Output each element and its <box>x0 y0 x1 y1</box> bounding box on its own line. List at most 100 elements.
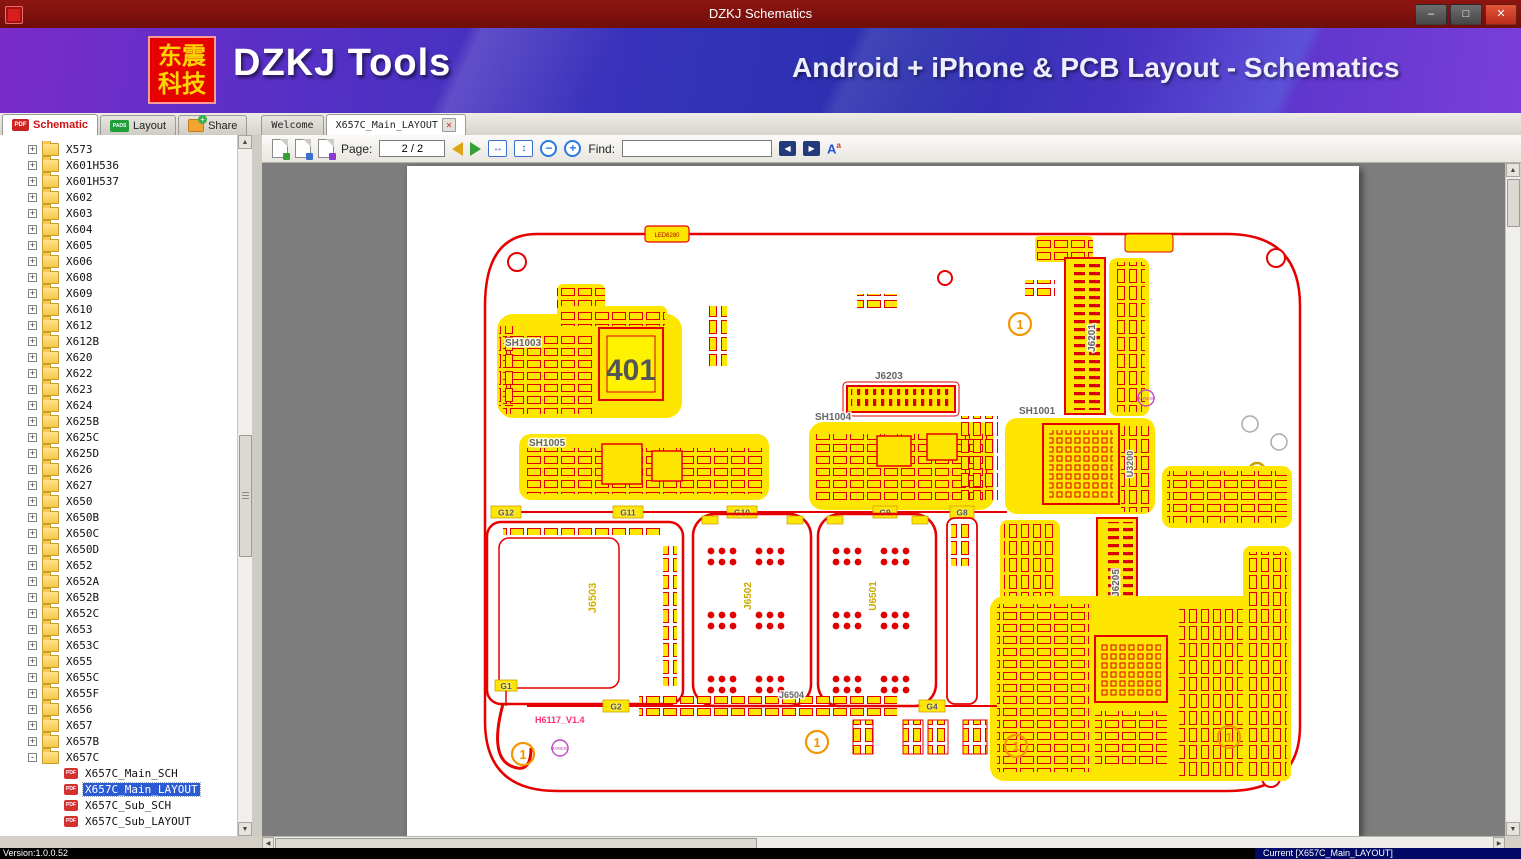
expand-toggle-icon[interactable]: + <box>28 480 37 490</box>
expand-toggle-icon[interactable]: + <box>28 576 37 586</box>
tree-item-folder[interactable]: + X610 <box>0 299 238 317</box>
doc-tab-welcome[interactable]: Welcome <box>261 115 324 135</box>
expand-toggle-icon[interactable]: + <box>28 320 37 330</box>
export-page-icon[interactable] <box>318 139 336 160</box>
scroll-up-icon[interactable]: ▲ <box>1506 163 1520 177</box>
tree-item-folder[interactable]: + X655 <box>0 651 238 669</box>
expand-toggle-icon[interactable]: + <box>28 384 37 394</box>
tree-item-folder[interactable]: + X601H536 <box>0 155 238 173</box>
tree-item-folder[interactable]: + X601H537 <box>0 171 238 189</box>
scroll-down-icon[interactable]: ▼ <box>238 822 252 836</box>
tree-item-folder[interactable]: + X655F <box>0 683 238 701</box>
tree-item-folder[interactable]: - X657C <box>0 747 238 765</box>
expand-toggle-icon[interactable]: - <box>28 752 37 762</box>
expand-toggle-icon[interactable]: + <box>28 448 37 458</box>
tab-share[interactable]: Share <box>178 115 248 135</box>
prev-page-icon[interactable] <box>452 141 464 156</box>
expand-toggle-icon[interactable]: + <box>28 704 37 714</box>
expand-toggle-icon[interactable]: + <box>28 272 37 282</box>
expand-toggle-icon[interactable]: + <box>28 688 37 698</box>
doc-tab-layout[interactable]: X657C_Main_LAYOUT ✕ <box>325 114 466 135</box>
expand-toggle-icon[interactable]: + <box>28 288 37 298</box>
expand-toggle-icon[interactable]: + <box>28 192 37 202</box>
expand-toggle-icon[interactable]: + <box>28 528 37 538</box>
open-page-icon[interactable] <box>272 139 290 160</box>
tree-item-folder[interactable]: + X652 <box>0 555 238 573</box>
expand-toggle-icon[interactable]: + <box>28 144 37 154</box>
tree-item-folder[interactable]: + X622 <box>0 363 238 381</box>
expand-toggle-icon[interactable]: + <box>28 256 37 266</box>
tree-item-folder[interactable]: + X625C <box>0 427 238 445</box>
tree-item-folder[interactable]: + X652B <box>0 587 238 605</box>
tree-item-folder[interactable]: + X623 <box>0 379 238 397</box>
expand-toggle-icon[interactable]: + <box>28 240 37 250</box>
close-tab-icon[interactable]: ✕ <box>441 118 456 132</box>
tree-item-folder[interactable]: + X603 <box>0 203 238 221</box>
tree-item-folder[interactable]: + X657B <box>0 731 238 749</box>
copy-page-icon[interactable] <box>295 139 313 160</box>
expand-toggle-icon[interactable]: + <box>28 352 37 362</box>
expand-toggle-icon[interactable]: + <box>28 304 37 314</box>
tree-item-folder[interactable]: + X650C <box>0 523 238 541</box>
zoom-out-icon[interactable]: − <box>540 140 558 157</box>
tree-item-folder[interactable]: + X657 <box>0 715 238 733</box>
minimize-button[interactable]: – <box>1415 4 1447 25</box>
scroll-down-icon[interactable]: ▼ <box>1506 822 1520 836</box>
fit-width-icon[interactable]: ↔ <box>488 140 508 157</box>
tree-item-folder[interactable]: + X573 <box>0 141 238 157</box>
tree-item-folder[interactable]: + X625D <box>0 443 238 461</box>
expand-toggle-icon[interactable]: + <box>28 608 37 618</box>
tree-item-folder[interactable]: + X608 <box>0 267 238 285</box>
expand-toggle-icon[interactable]: + <box>28 208 37 218</box>
expand-toggle-icon[interactable]: + <box>28 416 37 426</box>
find-prev-icon[interactable]: ◀ <box>779 141 797 156</box>
expand-toggle-icon[interactable]: + <box>28 432 37 442</box>
match-case-icon[interactable]: Aa <box>827 141 841 156</box>
expand-toggle-icon[interactable]: + <box>28 512 37 522</box>
expand-toggle-icon[interactable]: + <box>28 400 37 410</box>
expand-toggle-icon[interactable]: + <box>28 624 37 634</box>
tree-item-folder[interactable]: + X612 <box>0 315 238 333</box>
tree-item-folder[interactable]: + X653 <box>0 619 238 637</box>
expand-toggle-icon[interactable]: + <box>28 672 37 682</box>
tree-item-folder[interactable]: + X652A <box>0 571 238 589</box>
tree-item-folder[interactable]: + X624 <box>0 395 238 413</box>
tab-schematic[interactable]: PDF Schematic <box>2 114 99 135</box>
expand-toggle-icon[interactable]: + <box>28 224 37 234</box>
tree-item-folder[interactable]: + X650D <box>0 539 238 557</box>
tree-item-doc[interactable]: PDF X657C_Main_SCH <box>0 765 238 781</box>
expand-toggle-icon[interactable]: + <box>28 176 37 186</box>
viewer-scrollbar-vertical[interactable]: ▲ ▼ <box>1505 163 1520 836</box>
close-button[interactable]: ✕ <box>1485 4 1517 25</box>
expand-toggle-icon[interactable]: + <box>28 720 37 730</box>
expand-toggle-icon[interactable]: + <box>28 736 37 746</box>
scrollbar-thumb[interactable] <box>1507 179 1520 227</box>
expand-toggle-icon[interactable]: + <box>28 368 37 378</box>
expand-toggle-icon[interactable]: + <box>28 160 37 170</box>
scroll-up-icon[interactable]: ▲ <box>238 135 252 149</box>
tree-item-folder[interactable]: + X606 <box>0 251 238 269</box>
expand-toggle-icon[interactable]: + <box>28 544 37 554</box>
find-next-icon[interactable]: ▶ <box>803 141 821 156</box>
expand-toggle-icon[interactable]: + <box>28 592 37 602</box>
tab-layout[interactable]: PADS Layout <box>100 115 177 135</box>
tree-item-folder[interactable]: + X655C <box>0 667 238 685</box>
tree-item-folder[interactable]: + X626 <box>0 459 238 477</box>
page-input[interactable] <box>379 140 446 157</box>
expand-toggle-icon[interactable]: + <box>28 560 37 570</box>
zoom-in-icon[interactable]: + <box>564 140 582 157</box>
tree-item-doc[interactable]: PDF X657C_Sub_LAYOUT <box>0 813 238 829</box>
tree-item-folder[interactable]: + X656 <box>0 699 238 717</box>
fit-page-icon[interactable]: ↕ <box>514 140 534 157</box>
tree-item-folder[interactable]: + X652C <box>0 603 238 621</box>
expand-toggle-icon[interactable]: + <box>28 656 37 666</box>
tree-item-doc[interactable]: PDF X657C_Main_LAYOUT <box>0 781 238 797</box>
tree-item-folder[interactable]: + X625B <box>0 411 238 429</box>
tree-item-folder[interactable]: + X650B <box>0 507 238 525</box>
tree-item-folder[interactable]: + X653C <box>0 635 238 653</box>
tree-item-folder[interactable]: + X612B <box>0 331 238 349</box>
tree-item-folder[interactable]: + X602 <box>0 187 238 205</box>
tree-item-folder[interactable]: + X605 <box>0 235 238 253</box>
tree-item-folder[interactable]: + X620 <box>0 347 238 365</box>
scrollbar-thumb[interactable] <box>239 435 252 557</box>
